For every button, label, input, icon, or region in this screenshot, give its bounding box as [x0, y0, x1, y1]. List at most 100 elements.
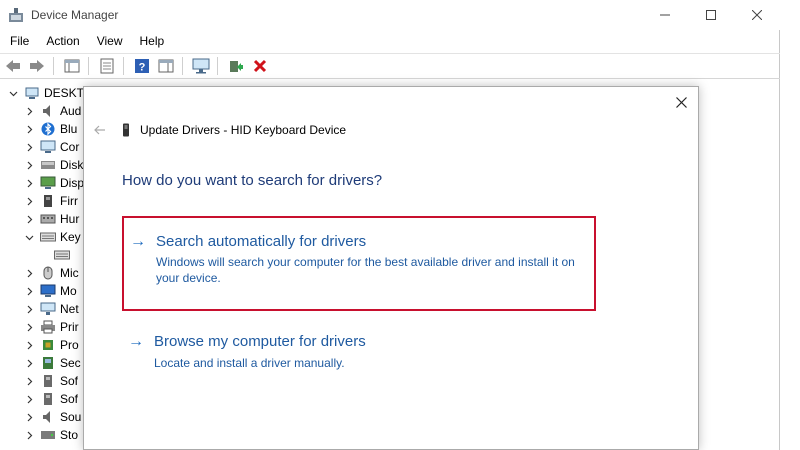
tree-item[interactable]: Sof: [24, 372, 78, 390]
chevron-right-icon[interactable]: [24, 120, 34, 138]
tree-item-label: Firr: [60, 194, 78, 208]
tree-item[interactable]: Sto: [24, 426, 78, 444]
chevron-right-icon[interactable]: [24, 264, 34, 282]
tree-item[interactable]: Mo: [24, 282, 77, 300]
tree-item[interactable]: Hur: [24, 210, 79, 228]
show-hide-button[interactable]: [61, 55, 83, 77]
tree-item[interactable]: Net: [24, 300, 79, 318]
maximize-button[interactable]: [688, 0, 734, 30]
tree-item[interactable]: Prir: [24, 318, 79, 336]
computer-icon: [40, 139, 56, 155]
chevron-right-icon[interactable]: [24, 426, 34, 444]
browse-computer-option[interactable]: → Browse my computer for drivers Locate …: [122, 327, 596, 377]
tree-item-label: Disp: [60, 176, 85, 190]
tree-item-label: Prir: [60, 320, 79, 334]
tree-item[interactable]: Blu: [24, 120, 77, 138]
tree-item[interactable]: Sof: [24, 390, 78, 408]
tree-root[interactable]: DESKTOP: [8, 84, 85, 102]
chevron-down-icon[interactable]: [24, 228, 34, 246]
update-driver-button[interactable]: [225, 55, 247, 77]
monitor-icon: [192, 58, 210, 74]
scan-hardware-button[interactable]: [190, 55, 212, 77]
tree-item[interactable]: Pro: [24, 336, 79, 354]
chevron-right-icon[interactable]: [24, 408, 34, 426]
chevron-right-icon[interactable]: [24, 336, 34, 354]
action-pane-button[interactable]: [155, 55, 177, 77]
monitor-icon: [40, 283, 56, 299]
software-icon: [40, 391, 56, 407]
dialog-title: Update Drivers - HID Keyboard Device: [140, 123, 347, 137]
tree-item[interactable]: Disp: [24, 174, 84, 192]
hid-icon: [40, 211, 56, 227]
firmware-icon: [40, 193, 56, 209]
menu-bar: File Action View Help: [0, 30, 780, 52]
properties-icon: [100, 58, 114, 74]
tree-item[interactable]: Mic: [24, 264, 79, 282]
tree-item[interactable]: Sec: [24, 354, 81, 372]
back-button[interactable]: [2, 55, 24, 77]
chevron-right-icon[interactable]: [24, 192, 34, 210]
keyboard-icon: [54, 247, 70, 263]
close-button[interactable]: [734, 0, 780, 30]
processor-icon: [40, 337, 56, 353]
tree-root-label: DESKTOP: [44, 86, 85, 100]
tree-item-label: Sou: [60, 410, 82, 424]
tree-item[interactable]: Sou: [24, 408, 81, 426]
chevron-right-icon[interactable]: [24, 354, 34, 372]
tree-item[interactable]: [48, 246, 74, 264]
chevron-right-icon[interactable]: [24, 210, 34, 228]
chevron-right-icon[interactable]: [24, 138, 34, 156]
keyboard-icon: [40, 229, 56, 245]
tree-item-label: Net: [60, 302, 79, 316]
sound-icon: [40, 409, 56, 425]
chevron-right-icon[interactable]: [24, 282, 34, 300]
search-automatically-option[interactable]: → Search automatically for drivers Windo…: [122, 216, 596, 311]
option-description: Locate and install a driver manually.: [154, 356, 345, 370]
tree-item-label: Mic: [60, 266, 79, 280]
toolbar-separator: [123, 57, 124, 75]
chevron-down-icon[interactable]: [8, 84, 18, 102]
device-manager-icon: [8, 7, 24, 23]
dialog-back-button[interactable]: [92, 122, 108, 138]
chevron-right-icon[interactable]: [24, 390, 34, 408]
tree-item[interactable]: Firr: [24, 192, 78, 210]
menu-action[interactable]: Action: [36, 30, 86, 52]
show-hide-icon: [64, 59, 80, 73]
forward-button[interactable]: [26, 55, 48, 77]
tree-item-label: Key: [60, 230, 81, 244]
tree-item[interactable]: Disk: [24, 156, 83, 174]
forward-icon: [30, 60, 44, 72]
help-icon: ?: [135, 59, 149, 74]
chevron-right-icon[interactable]: [24, 372, 34, 390]
tree-item-label: Pro: [60, 338, 79, 352]
network-icon: [40, 301, 56, 317]
chevron-right-icon[interactable]: [24, 300, 34, 318]
disk-icon: [40, 157, 56, 173]
tree-item[interactable]: Aud: [24, 102, 81, 120]
dialog-header: Update Drivers - HID Keyboard Device: [92, 120, 346, 140]
chevron-right-icon[interactable]: [24, 102, 34, 120]
dialog-close-button[interactable]: [666, 89, 696, 115]
uninstall-button[interactable]: [249, 55, 271, 77]
menu-file[interactable]: File: [0, 30, 36, 52]
tree-item-label: Hur: [60, 212, 80, 226]
svg-text:?: ?: [139, 62, 146, 74]
tree-item[interactable]: Key: [24, 228, 81, 246]
arrow-right-icon: →: [128, 333, 144, 350]
update-driver-icon: [230, 61, 243, 72]
chevron-right-icon[interactable]: [24, 174, 34, 192]
menu-help[interactable]: Help: [130, 30, 172, 52]
help-button[interactable]: ?: [131, 55, 153, 77]
software-icon: [40, 373, 56, 389]
action-pane-icon: [158, 59, 174, 73]
menu-view[interactable]: View: [87, 30, 130, 52]
minimize-button[interactable]: [642, 0, 688, 30]
toolbar-separator: [88, 57, 89, 75]
tree-item[interactable]: Cor: [24, 138, 79, 156]
chevron-right-icon[interactable]: [24, 318, 34, 336]
chevron-right-icon[interactable]: [24, 156, 34, 174]
properties-button[interactable]: [96, 55, 118, 77]
tree-item-label: Mo: [60, 284, 77, 298]
dialog-question: How do you want to search for drivers?: [122, 172, 383, 189]
tree-item-label: Sof: [60, 392, 79, 406]
